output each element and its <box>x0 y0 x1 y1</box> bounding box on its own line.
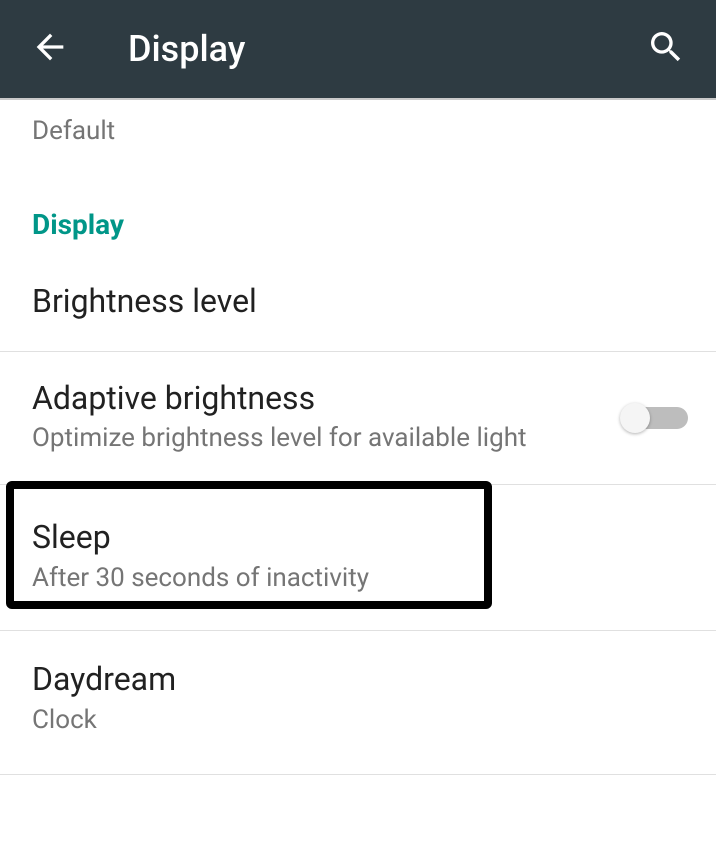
adaptive-brightness-toggle[interactable] <box>620 403 688 433</box>
page-title: Display <box>128 28 644 70</box>
setting-title: Brightness level <box>32 281 604 323</box>
setting-item-sleep[interactable]: Sleep After 30 seconds of inactivity <box>0 485 716 630</box>
setting-subtitle: Default <box>32 116 684 146</box>
setting-subtitle: Clock <box>32 703 604 738</box>
app-bar: Display <box>0 0 716 100</box>
setting-title: Adaptive brightness <box>32 378 604 420</box>
setting-title: Daydream <box>32 659 604 701</box>
setting-item-daydream[interactable]: Daydream Clock <box>0 631 716 774</box>
arrow-back-icon <box>30 27 70 71</box>
settings-list: Default Display Brightness level Adaptiv… <box>0 100 716 775</box>
search-button[interactable] <box>644 27 688 71</box>
setting-item-adaptive-brightness[interactable]: Adaptive brightness Optimize brightness … <box>0 352 716 485</box>
search-icon <box>646 27 686 71</box>
setting-item-brightness[interactable]: Brightness level <box>0 253 716 351</box>
setting-item-partial[interactable]: Default <box>0 100 716 176</box>
setting-subtitle: After 30 seconds of inactivity <box>32 561 604 596</box>
setting-subtitle: Optimize brightness level for available … <box>32 421 604 456</box>
divider <box>0 774 716 775</box>
back-button[interactable] <box>28 27 72 71</box>
setting-title: Sleep <box>32 517 604 559</box>
section-header-display: Display <box>0 176 716 253</box>
toggle-thumb <box>620 403 650 433</box>
